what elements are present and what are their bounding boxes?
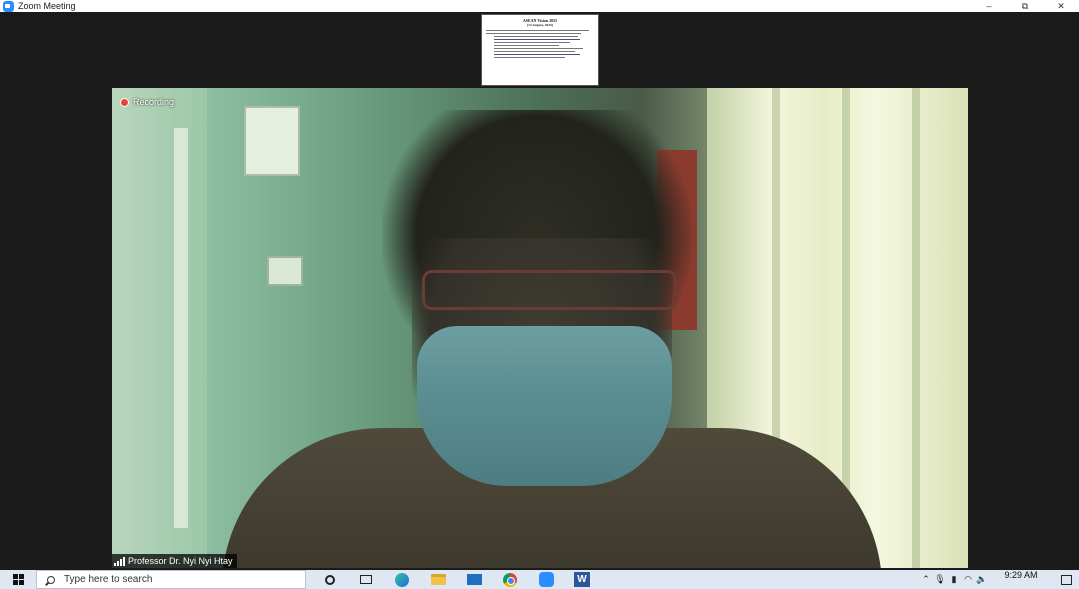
- file-explorer-icon[interactable]: [426, 570, 450, 589]
- taskbar-pinned-apps: W: [318, 570, 594, 589]
- microphone-icon[interactable]: 🎙: [933, 570, 947, 589]
- slide-text-line: [494, 39, 581, 40]
- mail-icon[interactable]: [462, 570, 486, 589]
- participant-name: Professor Dr. Nyi Nyi Htay: [128, 556, 233, 566]
- minimize-button[interactable]: –: [971, 0, 1007, 12]
- slide-text-line: [494, 48, 583, 49]
- notifications-button[interactable]: [1053, 570, 1079, 589]
- participant-glasses: [422, 270, 677, 310]
- chevron-up-icon[interactable]: ⌃: [919, 570, 933, 589]
- system-tray: ⌃ 🎙 ▮ ◠ 🔈 9:29 AM: [919, 570, 1079, 589]
- recording-indicator[interactable]: Recording: [120, 97, 174, 107]
- word-icon[interactable]: W: [570, 570, 594, 589]
- task-view-icon[interactable]: [354, 570, 378, 589]
- slide-text-line: [486, 33, 582, 34]
- shared-screen-thumbnail[interactable]: ASEAN Vision 2025 (13 August, 2025): [481, 14, 599, 86]
- taskbar-clock[interactable]: 9:29 AM: [989, 570, 1053, 589]
- chrome-icon[interactable]: [498, 570, 522, 589]
- windows-taskbar: Type here to search W ⌃ 🎙 ▮ ◠ 🔈 9:29 AM: [0, 570, 1079, 589]
- slide-text-line: [494, 51, 575, 52]
- zoom-app-icon: [3, 0, 14, 12]
- notification-icon: [1060, 574, 1072, 585]
- participant-face-mask: [417, 326, 672, 486]
- window-controls: – ⧉ ✕: [971, 0, 1079, 12]
- wall-socket: [267, 256, 303, 286]
- slide-text-line: [494, 45, 559, 46]
- participant-name-tag: Professor Dr. Nyi Nyi Htay: [112, 554, 237, 568]
- slide-text-line: [486, 30, 589, 31]
- recording-dot-icon: [120, 97, 129, 107]
- search-icon: [47, 575, 55, 584]
- start-button[interactable]: [0, 570, 36, 589]
- recording-label: Recording: [133, 97, 175, 107]
- search-placeholder: Type here to search: [64, 574, 153, 585]
- curtain-fold: [912, 88, 920, 568]
- wall-background: [174, 128, 188, 528]
- wall-background: [112, 88, 207, 568]
- connection-signal-icon: [114, 556, 125, 566]
- zoom-meeting-window: Zoom Meeting – ⧉ ✕ ASEAN Vision 2025 (13…: [0, 0, 1079, 589]
- taskbar-search-box[interactable]: Type here to search: [36, 570, 306, 589]
- slide-text-line: [494, 57, 566, 58]
- slide-text-line: [494, 54, 581, 55]
- zoom-icon[interactable]: [534, 570, 558, 589]
- window-title: Zoom Meeting: [18, 1, 76, 11]
- slide-text-line: [494, 42, 570, 43]
- slide-text-line: [494, 36, 579, 37]
- title-bar[interactable]: Zoom Meeting – ⧉ ✕: [0, 0, 1079, 12]
- cortana-icon[interactable]: [318, 570, 342, 589]
- edge-icon[interactable]: [390, 570, 414, 589]
- wall-switch: [244, 106, 300, 176]
- battery-icon[interactable]: ▮: [947, 570, 961, 589]
- volume-icon[interactable]: 🔈: [975, 570, 989, 589]
- clock-time: 9:29 AM: [1004, 570, 1038, 580]
- restore-button[interactable]: ⧉: [1007, 0, 1043, 12]
- close-button[interactable]: ✕: [1043, 0, 1079, 12]
- participant-video[interactable]: Recording Professor Dr. Nyi Nyi Htay: [112, 88, 968, 568]
- wifi-icon[interactable]: ◠: [961, 570, 975, 589]
- windows-logo-icon: [12, 574, 24, 585]
- shared-slide-subtitle: (13 August, 2025): [527, 23, 553, 27]
